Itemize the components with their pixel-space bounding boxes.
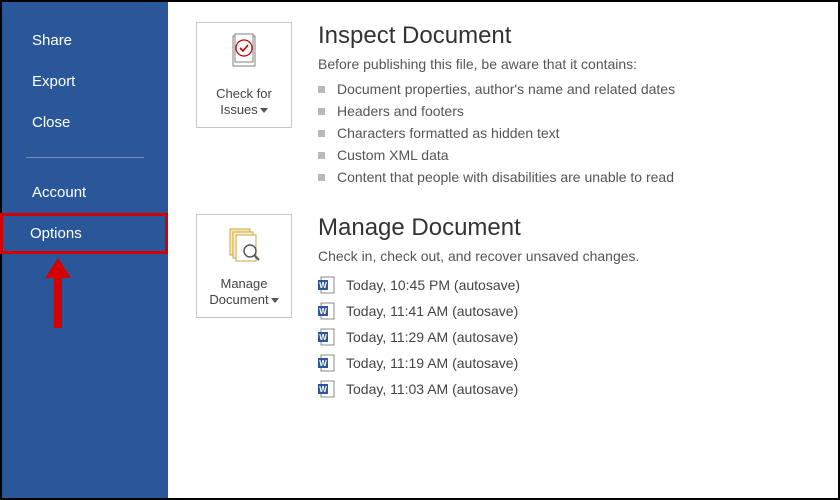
inspect-bullet: Document properties, author's name and r… xyxy=(318,78,675,100)
version-item[interactable]: W Today, 11:29 AM (autosave) xyxy=(318,324,639,350)
word-doc-icon: W xyxy=(318,276,336,294)
sidebar-item-share[interactable]: Share xyxy=(2,20,168,61)
inspect-title: Inspect Document xyxy=(318,22,675,50)
check-for-issues-button[interactable]: Check for Issues xyxy=(196,22,292,128)
inspect-section: Check for Issues Inspect Document Before… xyxy=(196,22,810,188)
version-item[interactable]: W Today, 11:03 AM (autosave) xyxy=(318,376,639,402)
manage-document-label: Manage Document xyxy=(209,276,278,309)
sidebar-item-account[interactable]: Account xyxy=(2,172,168,213)
chevron-down-icon xyxy=(271,298,279,303)
documents-magnify-icon xyxy=(224,225,264,270)
manage-subtitle: Check in, check out, and recover unsaved… xyxy=(318,248,639,264)
check-for-issues-label: Check for Issues xyxy=(216,86,272,119)
version-list: W Today, 10:45 PM (autosave) W Today, 11… xyxy=(318,272,639,402)
manage-title: Manage Document xyxy=(318,214,639,242)
svg-text:W: W xyxy=(319,333,327,342)
word-doc-icon: W xyxy=(318,302,336,320)
sidebar-divider xyxy=(26,157,144,158)
inspect-bullet: Content that people with disabilities ar… xyxy=(318,166,675,188)
manage-document-button[interactable]: Manage Document xyxy=(196,214,292,318)
svg-text:W: W xyxy=(319,281,327,290)
svg-text:W: W xyxy=(319,385,327,394)
manage-section: Manage Document Manage Document Check in… xyxy=(196,214,810,402)
word-doc-icon: W xyxy=(318,380,336,398)
clipboard-check-icon xyxy=(225,33,263,80)
svg-text:W: W xyxy=(319,359,327,368)
word-doc-icon: W xyxy=(318,328,336,346)
version-item[interactable]: W Today, 11:41 AM (autosave) xyxy=(318,298,639,324)
inspect-bullets: Document properties, author's name and r… xyxy=(318,78,675,188)
inspect-bullet: Custom XML data xyxy=(318,144,675,166)
main-panel: Check for Issues Inspect Document Before… xyxy=(168,2,838,498)
inspect-bullet: Headers and footers xyxy=(318,100,675,122)
backstage-sidebar: Share Export Close Account Options xyxy=(2,2,168,498)
version-item[interactable]: W Today, 11:19 AM (autosave) xyxy=(318,350,639,376)
sidebar-item-export[interactable]: Export xyxy=(2,61,168,102)
word-doc-icon: W xyxy=(318,354,336,372)
version-item[interactable]: W Today, 10:45 PM (autosave) xyxy=(318,272,639,298)
sidebar-item-options[interactable]: Options xyxy=(0,213,168,254)
manage-text: Manage Document Check in, check out, and… xyxy=(318,214,639,402)
inspect-text: Inspect Document Before publishing this … xyxy=(318,22,675,188)
inspect-bullet: Characters formatted as hidden text xyxy=(318,122,675,144)
svg-text:W: W xyxy=(319,307,327,316)
chevron-down-icon xyxy=(260,108,268,113)
inspect-subtitle: Before publishing this file, be aware th… xyxy=(318,56,675,72)
sidebar-item-close[interactable]: Close xyxy=(2,102,168,143)
